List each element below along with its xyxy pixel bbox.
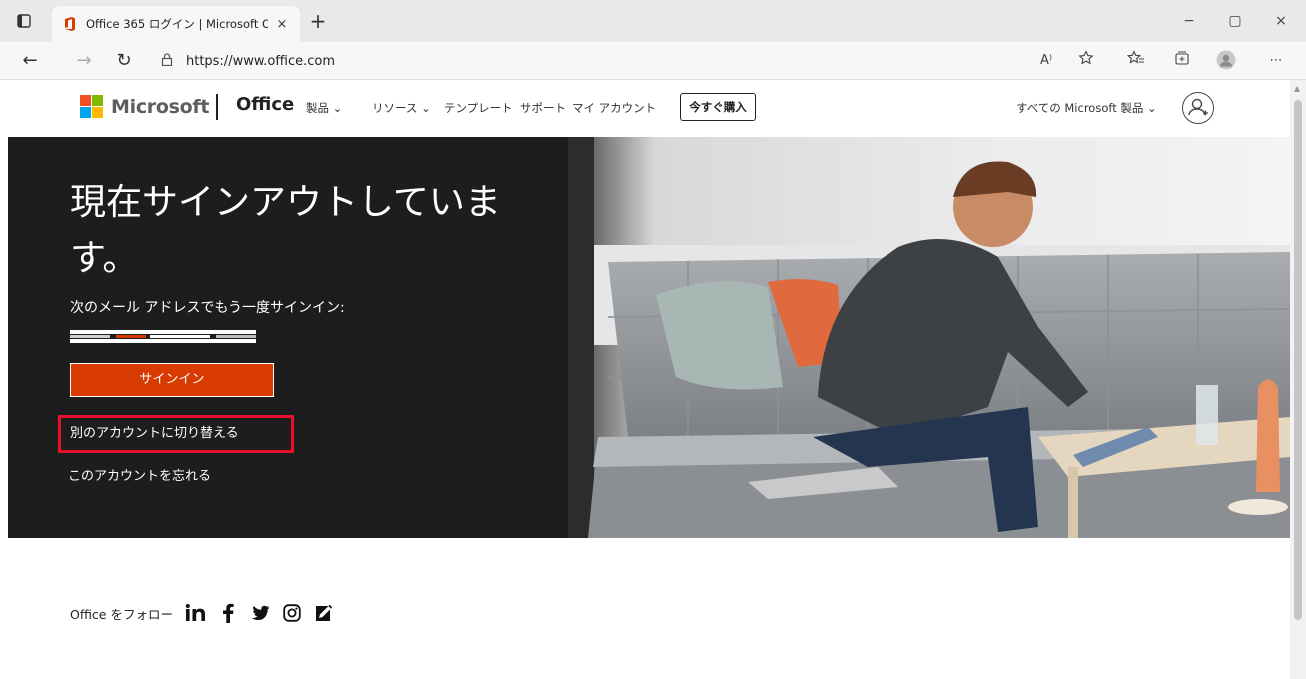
page-scrollbar[interactable]: ▲ [1290,80,1306,679]
refresh-button[interactable]: ↻ [112,49,136,73]
maximize-button[interactable]: ▢ [1220,10,1250,32]
follow-label: Office をフォロー [70,606,173,622]
blog-icon[interactable] [313,602,335,624]
twitter-icon[interactable] [249,602,271,624]
new-tab-button[interactable]: + [306,10,330,34]
browser-tab-office[interactable]: Office 365 ログイン | Microsoft Offi × [52,6,300,42]
hero-banner: 現在サインアウトしています。 次のメール アドレスでもう一度サインイン: サイン… [8,137,1290,538]
more-options-icon[interactable]: ⋯ [1264,50,1288,72]
office-favicon-icon [62,16,78,32]
hero-title: 現在サインアウトしています。 [70,182,501,279]
instagram-icon[interactable] [281,602,303,624]
scrollbar-thumb[interactable] [1294,100,1302,620]
nav-templates[interactable]: テンプレート [444,100,513,116]
office-brand-link[interactable]: Office [236,94,294,115]
tab-actions-icon[interactable] [12,9,36,33]
hero-subtitle: 次のメール アドレスでもう一度サインイン: [70,300,345,316]
nav-my-account[interactable]: マイ アカウント [572,100,656,116]
nav-divider [216,94,218,120]
browser-toolbar: ← → ↻ https://www.office.com A⁾ ⋯ [0,42,1306,80]
site-navigation: Microsoft Office 製品 ⌄ リソース ⌄ テンプレート サポート… [0,80,1290,136]
tab-title: Office 365 ログイン | Microsoft Offi [86,17,268,31]
sign-in-button[interactable]: サインイン [70,363,274,397]
facebook-icon[interactable] [217,602,239,624]
nav-resources[interactable]: リソース ⌄ [372,100,431,116]
follow-office-section: Office をフォロー [70,602,345,624]
all-microsoft-menu[interactable]: すべての Microsoft 製品 ⌄ [1016,100,1157,116]
forward-button[interactable]: → [72,49,96,73]
scroll-up-arrow-icon[interactable]: ▲ [1294,84,1300,93]
favorites-icon[interactable] [1124,50,1148,72]
linkedin-icon[interactable] [185,602,207,624]
browser-tab-strip: Office 365 ログイン | Microsoft Offi × + − ▢… [0,0,1306,42]
add-favorite-icon[interactable] [1074,50,1098,72]
switch-account-link[interactable]: 別のアカウントに切り替える [58,415,294,453]
lock-icon[interactable] [156,53,178,69]
redacted-email [70,325,256,345]
microsoft-logo[interactable]: Microsoft [80,95,209,118]
microsoft-logo-text: Microsoft [111,95,210,118]
url-text[interactable]: https://www.office.com [178,54,335,69]
address-bar[interactable]: https://www.office.com [156,48,1026,74]
microsoft-squares-icon [80,95,103,118]
buy-now-button[interactable]: 今すぐ購入 [680,93,756,121]
hero-photo-man-on-sofa [568,137,1290,538]
read-aloud-icon[interactable]: A⁾ [1034,50,1058,72]
forget-account-link[interactable]: このアカウントを忘れる [68,465,211,484]
tab-close-icon[interactable]: × [274,17,290,32]
web-page: Microsoft Office 製品 ⌄ リソース ⌄ テンプレート サポート… [0,80,1290,679]
minimize-button[interactable]: − [1174,10,1204,32]
account-sign-in-icon[interactable] [1182,92,1214,124]
nav-support[interactable]: サポート [520,100,566,116]
collections-icon[interactable] [1170,50,1194,72]
close-window-button[interactable]: × [1266,10,1296,32]
nav-products[interactable]: 製品 ⌄ [306,100,342,116]
profile-avatar-icon[interactable] [1214,50,1238,72]
back-button[interactable]: ← [18,49,42,73]
